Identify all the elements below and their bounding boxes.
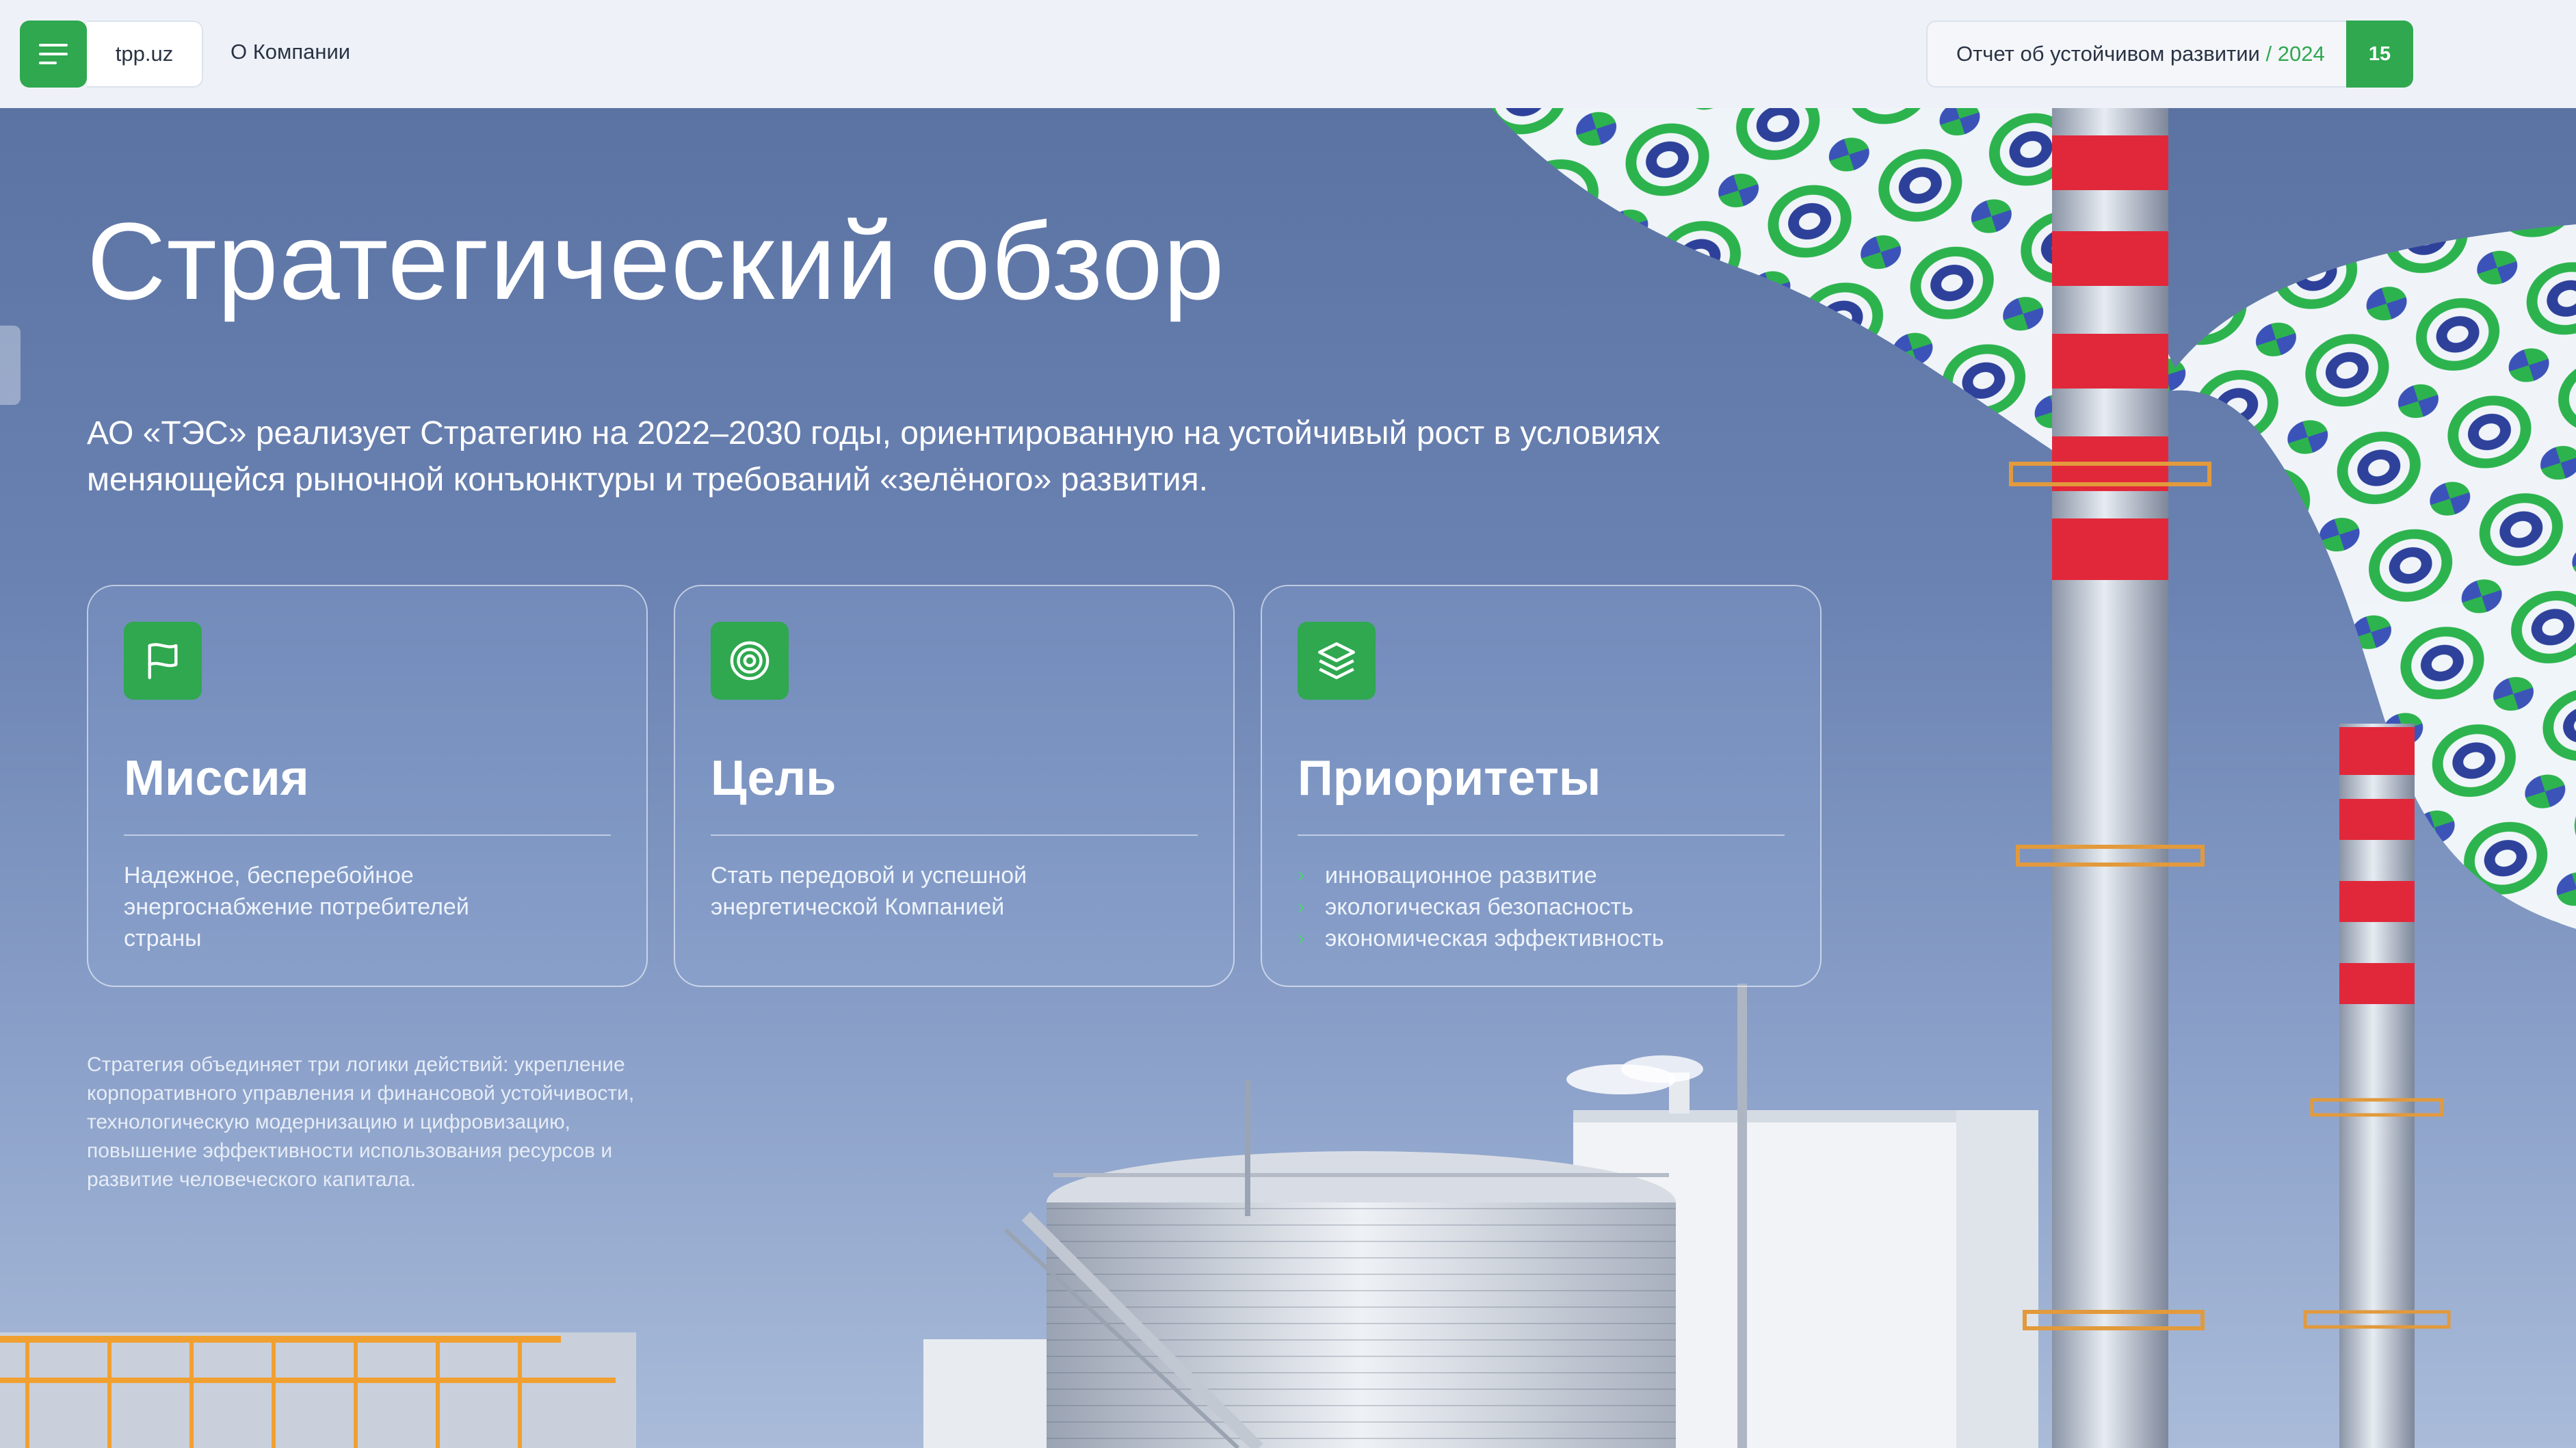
list-item: › экологическая безопасность xyxy=(1298,891,1664,923)
list-item-label: экономическая эффективность xyxy=(1325,925,1664,951)
card-divider xyxy=(124,834,611,836)
chevron-right-icon: › xyxy=(1298,895,1304,918)
chevron-right-icon: › xyxy=(1298,864,1304,886)
flag-icon xyxy=(124,622,202,700)
card-text: Стать передовой и успешной энергетическо… xyxy=(711,863,1027,920)
card-text: Надежное, бесперебойное энергоснабжение … xyxy=(124,863,469,951)
lead-paragraph: АО «ТЭС» реализует Стратегию на 2022–203… xyxy=(87,415,1661,498)
priorities-list: › инновационное развитие › экологическая б… xyxy=(1298,860,1664,954)
chevron-right-icon: › xyxy=(1298,927,1304,949)
goal-card: Цель Стать передовой и успешной энергети… xyxy=(674,585,1235,987)
list-item-label: инновационное развитие xyxy=(1325,863,1597,888)
priorities-card: Приоритеты › инновационное развитие › экол… xyxy=(1261,585,1822,987)
target-icon xyxy=(711,622,789,700)
card-divider xyxy=(1298,834,1785,836)
page-number: 15 xyxy=(2346,21,2413,88)
page-title: Стратегический обзор xyxy=(87,200,1225,322)
menu-icon-line xyxy=(39,53,68,55)
list-item: › инновационное развитие xyxy=(1298,860,1664,891)
nav-about-link[interactable]: О Компании xyxy=(231,40,350,64)
site-link[interactable]: tpp.uz xyxy=(87,21,203,88)
mission-card: Миссия Надежное, бесперебойное энергосна… xyxy=(87,585,648,987)
menu-button[interactable] xyxy=(20,21,87,88)
card-title: Приоритеты xyxy=(1298,751,1601,806)
report-title-box[interactable]: Отчет об устойчивом развитии / 2024 xyxy=(1926,21,2346,88)
card-title: Цель xyxy=(711,751,837,806)
top-bar: tpp.uz О Компании Отчет об устойчивом ра… xyxy=(0,0,2576,108)
layers-icon xyxy=(1298,622,1376,700)
strategy-note: Стратегия объединяет три логики действий… xyxy=(87,1053,635,1191)
report-year: 2024 xyxy=(2277,42,2325,66)
report-title: Отчет об устойчивом развитии xyxy=(1956,42,2260,66)
menu-icon-line xyxy=(39,62,57,64)
list-item: › экономическая эффективность xyxy=(1298,923,1664,954)
list-item-label: экологическая безопасность xyxy=(1325,894,1633,920)
side-tab-handle[interactable] xyxy=(0,326,21,405)
report-separator: / xyxy=(2259,42,2278,66)
site-link-label: tpp.uz xyxy=(115,42,174,66)
menu-icon-line xyxy=(39,44,68,47)
card-divider xyxy=(711,834,1198,836)
card-title: Миссия xyxy=(124,751,309,806)
